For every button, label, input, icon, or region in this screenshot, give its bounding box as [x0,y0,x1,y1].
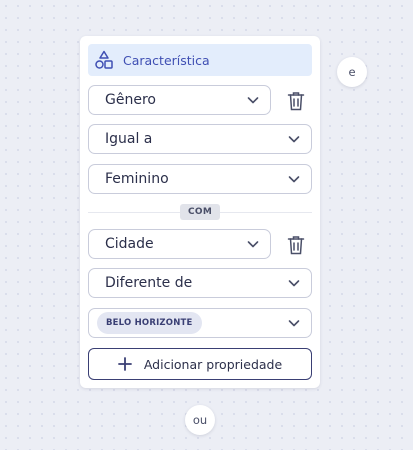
shapes-icon [94,50,114,70]
property-select-1-value: Gênero [105,92,156,108]
value-select-1-value: Feminino [105,171,169,187]
value-select-1[interactable]: Feminino [88,164,312,194]
chevron-down-icon [287,316,301,330]
property-select-2[interactable]: Cidade [88,229,271,259]
operator-select-1-value: Igual a [105,131,153,147]
characteristic-card: Característica Gênero Igual a Feminino C… [80,36,320,388]
operator-select-2[interactable]: Diferente de [88,268,312,298]
value-chip[interactable]: BELO HORIZONTE [97,312,202,334]
delete-condition-1-trash-icon[interactable] [286,90,306,112]
value-select-2[interactable]: BELO HORIZONTE [88,308,312,338]
or-connector-bubble[interactable]: ou [185,405,215,435]
property-select-2-value: Cidade [105,236,154,252]
chevron-down-icon [287,132,301,146]
and-connector-badge: COM [180,204,221,220]
chevron-down-icon [287,276,301,290]
operator-select-2-value: Diferente de [105,275,193,291]
chevron-down-icon [287,172,301,186]
plus-icon [117,357,132,371]
property-select-1[interactable]: Gênero [88,85,271,115]
card-title: Característica [123,52,210,68]
card-header: Característica [88,44,312,76]
chevron-down-icon [246,237,260,251]
and-connector-bubble[interactable]: e [337,57,367,87]
operator-select-1[interactable]: Igual a [88,124,312,154]
add-property-button[interactable]: Adicionar propriedade [88,348,312,380]
add-property-label: Adicionar propriedade [143,356,283,372]
delete-condition-2-trash-icon[interactable] [286,234,306,256]
chevron-down-icon [246,93,260,107]
